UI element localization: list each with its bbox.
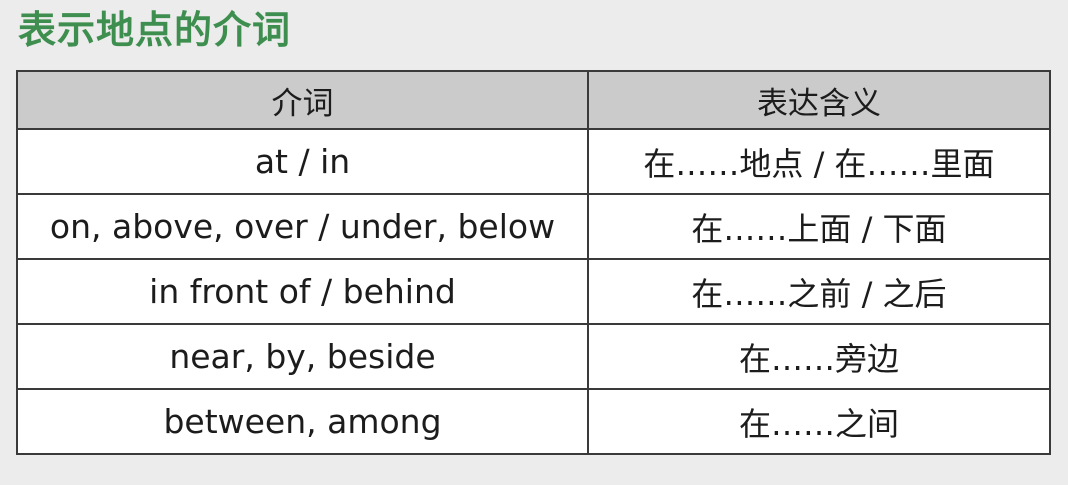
meaning-cell: 在……旁边 [587, 323, 1051, 390]
prepositions-table: 介词 表达含义 at / in 在……地点 / 在……里面 on, above,… [16, 70, 1051, 455]
table-row: at / in 在……地点 / 在……里面 [16, 128, 1051, 195]
preposition-cell: near, by, beside [16, 323, 589, 390]
table-row: near, by, beside 在……旁边 [16, 323, 1051, 390]
meaning-cell: 在……之间 [587, 388, 1051, 455]
meaning-cell: 在……上面 / 下面 [587, 193, 1051, 260]
column-header-preposition: 介词 [16, 70, 589, 130]
table-row: between, among 在……之间 [16, 388, 1051, 455]
column-header-meaning: 表达含义 [587, 70, 1051, 130]
preposition-cell: between, among [16, 388, 589, 455]
meaning-cell: 在……地点 / 在……里面 [587, 128, 1051, 195]
meaning-cell: 在……之前 / 之后 [587, 258, 1051, 325]
table-row: in front of / behind 在……之前 / 之后 [16, 258, 1051, 325]
preposition-cell: on, above, over / under, below [16, 193, 589, 260]
preposition-cell: in front of / behind [16, 258, 589, 325]
table-row: on, above, over / under, below 在……上面 / 下… [16, 193, 1051, 260]
preposition-cell: at / in [16, 128, 589, 195]
table-header-row: 介词 表达含义 [16, 70, 1051, 130]
page-title: 表示地点的介词 [18, 8, 292, 52]
